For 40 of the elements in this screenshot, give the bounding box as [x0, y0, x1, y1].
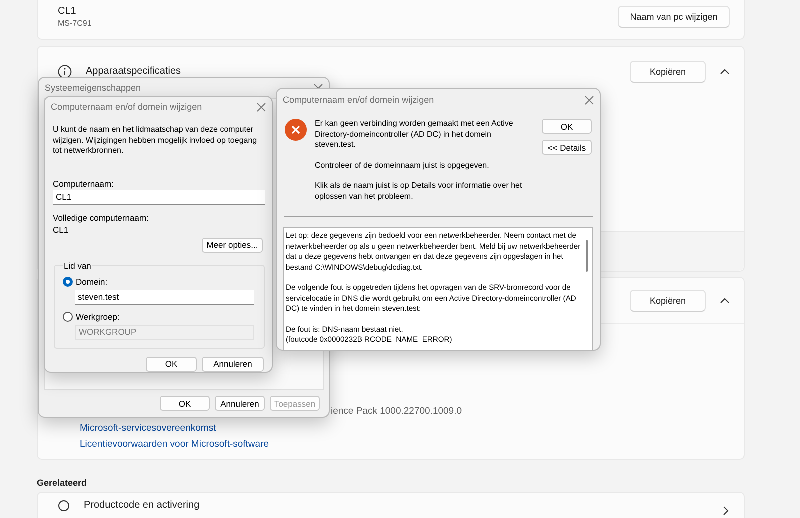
close-icon[interactable] — [257, 102, 266, 112]
pc-name: CL1 — [58, 6, 78, 17]
pc-model: MS-7C91 — [58, 19, 93, 28]
dialog-button[interactable]: Annuleren — [202, 356, 264, 372]
field-label: Computernaam: — [53, 178, 114, 190]
copy-button[interactable]: Kopiëren — [630, 60, 706, 82]
member-name-field[interactable]: steven.test — [75, 290, 254, 304]
window-title: Systeemeigenschappen — [45, 83, 142, 93]
dialog-title: Computernaam en/of domein wijzigen — [283, 95, 434, 105]
version-text: ience Pack 1000.22700.1009.0 — [331, 406, 463, 417]
more-options-button[interactable]: Meer opties... — [202, 238, 263, 252]
description-text: U kunt de naam en het lidmaatschap van deze computer wijzigen. Wijzigingen hebben mogelijk invloed op toegang tot netwerkbronnen. — [53, 125, 258, 156]
member-radio[interactable]: Domein: — [63, 276, 108, 286]
section-title: Apparaatspecificaties — [86, 66, 182, 77]
dialog-button[interactable]: OK — [542, 119, 592, 134]
dialog-button[interactable]: << Details — [542, 140, 592, 155]
close-icon[interactable] — [585, 96, 594, 104]
member-radio[interactable]: Werkgroep: — [63, 312, 120, 322]
info-icon — [58, 64, 72, 78]
license-link[interactable]: Licentievoorwaarden voor Microsoft-software — [80, 437, 270, 453]
dialog-button[interactable]: OK — [160, 396, 210, 411]
error-message: Er kan geen verbinding worden gemaakt met een Active Directory-domeincontroller (AD DC) in het domein steven.test. — [315, 119, 514, 150]
field-label: Volledige computernaam: — [53, 212, 149, 224]
related-item[interactable]: Productcode en activering — [84, 500, 200, 511]
dialog-button[interactable]: OK — [146, 356, 197, 372]
group-label: Lid van — [63, 260, 92, 270]
error-message: Klik als de naam juist is op Details voor informatie over het oplossen van het probleem. — [315, 181, 524, 202]
dialog-button[interactable]: Annuleren — [215, 396, 265, 411]
rename-pc-button[interactable]: Naam van pc wijzigen — [618, 6, 730, 28]
license-link[interactable]: Microsoft-servicesovereenkomst — [80, 421, 216, 437]
error-message: Controleer of de domeinnaam juist is opgegeven. — [315, 160, 490, 171]
chevron-up-icon[interactable] — [720, 66, 730, 76]
chevron-right-icon[interactable] — [722, 506, 730, 516]
copy-button[interactable]: Kopiëren — [630, 290, 706, 312]
error-icon — [285, 119, 307, 141]
computer-name-field[interactable]: CL1 — [53, 190, 265, 204]
related-heading: Gerelateerd — [37, 478, 88, 488]
dialog-title: Computernaam en/of domein wijzigen — [51, 102, 202, 112]
chevron-up-icon[interactable] — [720, 296, 730, 306]
full-name-text: CL1 — [53, 224, 69, 236]
